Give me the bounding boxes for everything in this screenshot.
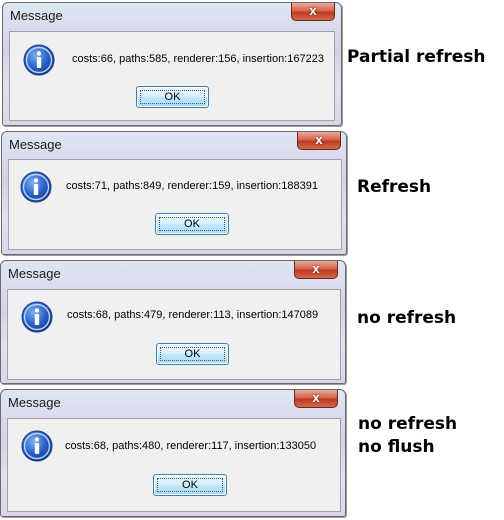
- message-dialog-1: Message x costs:66, paths:585, renderer:…: [2, 2, 342, 126]
- focus-rectangle: [160, 347, 225, 361]
- dialog-title: Message: [10, 8, 63, 23]
- ok-button[interactable]: OK: [153, 474, 227, 496]
- title-bar[interactable]: Message x: [3, 3, 341, 27]
- title-bar[interactable]: Message x: [1, 261, 345, 285]
- annotation-label-4: no refresh no flush: [358, 413, 457, 459]
- focus-rectangle: [140, 90, 205, 104]
- information-icon: [21, 430, 53, 462]
- message-text: costs:68, paths:480, renderer:117, inser…: [65, 440, 317, 452]
- close-button[interactable]: x: [294, 261, 338, 279]
- dialog-title: Message: [8, 395, 61, 410]
- close-button[interactable]: x: [291, 3, 335, 21]
- dialog-title: Message: [9, 137, 62, 152]
- information-icon: [20, 171, 52, 203]
- message-dialog-4: Message x costs:68, paths:480, renderer:…: [0, 389, 346, 517]
- close-button[interactable]: x: [297, 132, 341, 150]
- ok-button[interactable]: OK: [156, 343, 229, 365]
- title-bar[interactable]: Message x: [1, 390, 345, 414]
- dialog-body: costs:68, paths:479, renderer:113, inser…: [7, 289, 341, 380]
- annotation-line: no flush: [358, 437, 435, 457]
- annotation-line: no refresh: [357, 308, 457, 328]
- annotation-label-3: no refresh: [357, 307, 456, 330]
- information-icon: [21, 301, 53, 333]
- focus-rectangle: [159, 217, 225, 231]
- dialog-body: costs:71, paths:849, renderer:159, inser…: [8, 159, 342, 250]
- title-bar[interactable]: Message x: [2, 132, 346, 156]
- annotation-line: Partial refresh: [347, 47, 486, 67]
- message-text: costs:71, paths:849, renderer:159, inser…: [66, 180, 318, 192]
- annotation-line: no refresh: [358, 414, 458, 434]
- close-button[interactable]: x: [294, 390, 338, 408]
- message-dialog-3: Message x costs:68, paths:479, renderer:…: [0, 260, 346, 384]
- dialog-body: costs:66, paths:585, renderer:156, inser…: [9, 31, 335, 121]
- focus-rectangle: [157, 478, 223, 492]
- dialog-title: Message: [8, 266, 61, 281]
- ok-button[interactable]: OK: [136, 86, 209, 108]
- message-dialog-2: Message x costs:71, paths:849, renderer:…: [1, 131, 347, 255]
- message-text: costs:66, paths:585, renderer:156, inser…: [72, 53, 324, 65]
- ok-button[interactable]: OK: [155, 213, 229, 235]
- information-icon: [23, 44, 55, 76]
- annotation-label-2: Refresh: [357, 176, 431, 199]
- annotation-line: Refresh: [357, 177, 432, 197]
- message-text: costs:68, paths:479, renderer:113, inser…: [67, 309, 319, 321]
- dialog-body: costs:68, paths:480, renderer:117, inser…: [7, 418, 341, 512]
- annotation-label-1: Partial refresh: [347, 46, 485, 69]
